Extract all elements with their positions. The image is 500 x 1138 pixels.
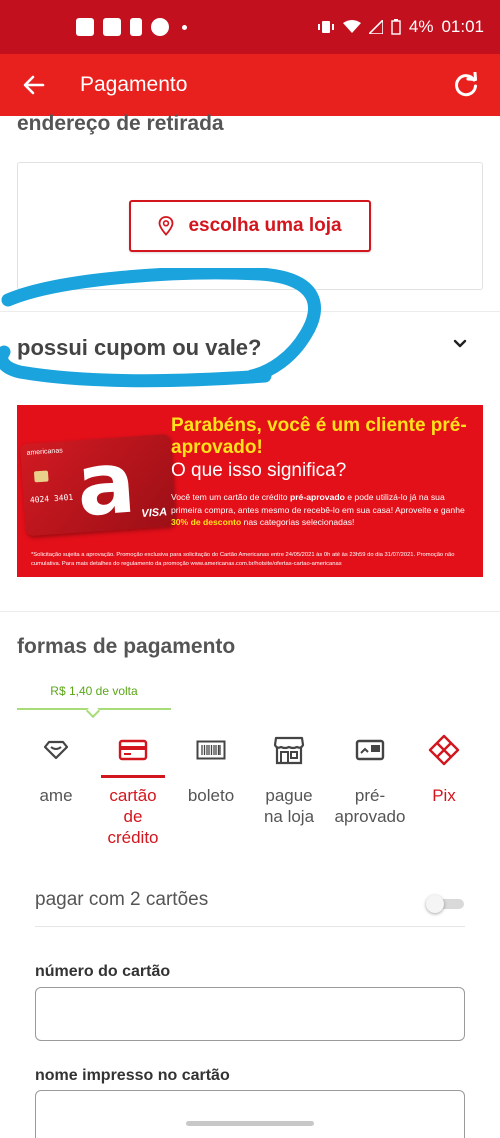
coupon-accordion[interactable]: possui cupom ou vale? — [0, 313, 500, 385]
cashback-pointer — [85, 703, 101, 719]
app-notification-icon — [151, 18, 169, 36]
cashback-label: R$ 1,40 de volta — [50, 684, 138, 698]
section-divider — [0, 611, 500, 612]
credit-card-image: americanas a 4024 3401 VISA — [19, 432, 177, 537]
method-credit-card[interactable]: cartão de crédito — [91, 730, 175, 848]
choose-store-label: escolha uma loja — [188, 215, 342, 236]
method-boleto[interactable]: boleto — [169, 730, 253, 806]
two-cards-label: pagar com 2 cartões — [35, 889, 209, 910]
refresh-button[interactable] — [450, 69, 482, 101]
active-method-indicator — [101, 775, 165, 778]
card-network: VISA — [141, 506, 168, 521]
pickup-section-title: endereço de retirada — [17, 112, 224, 135]
method-pay-in-store[interactable]: pague na loja — [247, 730, 331, 827]
americanas-logo-icon: a — [73, 432, 139, 537]
card-number-label: número do cartão — [35, 963, 171, 980]
method-ame[interactable]: ame — [14, 730, 98, 806]
back-button[interactable] — [18, 69, 50, 101]
banner-body: Você tem um cartão de crédito pré-aprova… — [171, 492, 465, 527]
method-label: ame — [39, 786, 73, 805]
two-cards-toggle[interactable] — [426, 895, 466, 913]
preapproved-card-banner[interactable]: americanas a 4024 3401 VISA Parabéns, vo… — [17, 405, 483, 577]
method-label: pré-aprovado — [334, 786, 406, 826]
method-label: pague na loja — [263, 786, 315, 826]
section-divider — [0, 311, 500, 312]
card-chip-icon — [33, 470, 49, 483]
home-indicator[interactable] — [186, 1121, 314, 1126]
ame-heart-icon — [43, 740, 69, 760]
payment-methods: ame cartão de crédito boleto pague na lo… — [0, 730, 500, 850]
wifi-icon — [342, 20, 361, 33]
app-bar: Pagamento — [0, 54, 500, 116]
card-brand: americanas — [26, 447, 63, 457]
battery-level: 4% — [408, 17, 434, 36]
banner-subheadline: O que isso significa? — [171, 460, 347, 481]
location-pin-icon — [159, 216, 174, 236]
method-pix[interactable]: Pix — [402, 730, 486, 806]
method-label: Pix — [432, 786, 456, 805]
banner-headline: Parabéns, você é um cliente pré-aprovado… — [171, 415, 467, 458]
alert-notification-icon — [130, 18, 142, 36]
method-label: boleto — [187, 786, 235, 805]
choose-store-button[interactable]: escolha uma loja — [129, 200, 371, 252]
method-preapproved[interactable]: pré-aprovado — [328, 730, 412, 827]
printed-name-input[interactable] — [35, 1090, 465, 1138]
method-label: cartão de crédito — [107, 786, 159, 847]
clock: 01:01 — [441, 17, 484, 36]
preapproved-card-icon — [355, 739, 385, 761]
battery-icon — [391, 19, 401, 35]
status-bar: 4% 01:01 — [0, 0, 500, 54]
page-title: Pagamento — [80, 73, 188, 96]
card-number: 4024 3401 — [29, 492, 74, 505]
signal-icon — [368, 20, 383, 34]
coupon-title: possui cupom ou vale? — [17, 335, 262, 360]
credit-card-icon — [118, 739, 148, 761]
notification-icons — [76, 18, 187, 36]
more-notifications-dot-icon — [182, 24, 187, 30]
toggle-knob — [426, 895, 444, 913]
vibrate-icon — [317, 21, 334, 33]
chevron-down-icon — [453, 339, 467, 348]
pickup-store-box: escolha uma loja — [17, 162, 483, 290]
calendar-notification-icon — [103, 18, 121, 36]
printed-name-label: nome impresso no cartão — [35, 1067, 230, 1084]
two-cards-divider — [35, 926, 465, 927]
arrow-left-icon — [23, 75, 45, 95]
payment-section-title: formas de pagamento — [17, 635, 236, 658]
card-number-input[interactable] — [35, 987, 465, 1041]
message-notification-icon — [76, 18, 94, 36]
refresh-icon — [455, 72, 477, 97]
pix-icon — [428, 734, 460, 766]
barcode-icon — [196, 740, 226, 760]
banner-legal-text: *Solicitação sujeita a aprovação. Promoç… — [31, 552, 455, 567]
store-icon — [273, 736, 305, 765]
